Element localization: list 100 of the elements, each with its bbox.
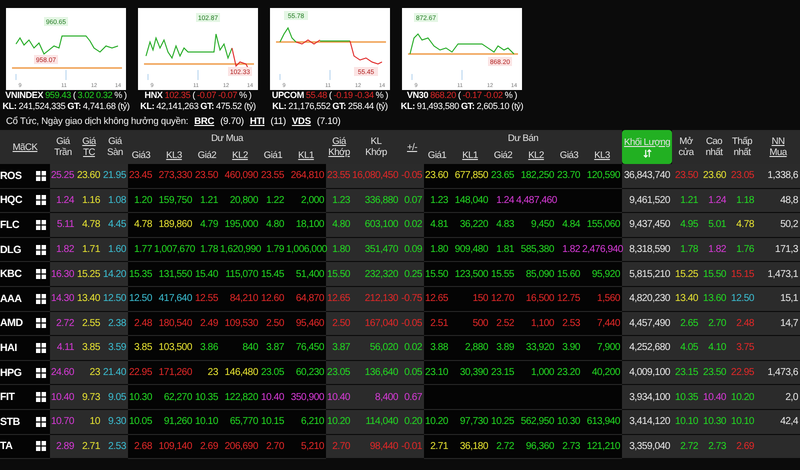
group-header: Dư Bán xyxy=(424,130,622,147)
table-cell: 23.55 xyxy=(327,170,350,182)
table-cell: 2.73 xyxy=(562,440,580,452)
table-cell: 23.60 xyxy=(703,170,726,182)
index-value: 55.48 xyxy=(306,90,327,101)
grid-icon[interactable] xyxy=(36,318,46,328)
trade-value: 475.52 (tỷ) xyxy=(216,101,256,112)
table-cell: 23.20 xyxy=(557,367,580,378)
table-cell: 23.15 xyxy=(491,367,514,378)
table-cell: 23.55 xyxy=(260,170,284,182)
table-cell: 15.50 xyxy=(327,268,350,280)
table-cell: 350,900 xyxy=(290,392,324,403)
table-cell: 97,730 xyxy=(460,416,488,428)
dividend-value: (7.10) xyxy=(316,116,340,127)
table-cell: 4.78 xyxy=(134,219,152,230)
index-change: -0.17 xyxy=(462,90,482,101)
table-cell: 1.24 xyxy=(56,194,74,206)
table-cell: 115,070 xyxy=(225,268,258,280)
grid-icon[interactable] xyxy=(36,294,46,304)
table-cell: 1,338,6 xyxy=(768,170,798,182)
table-cell: 10.30 xyxy=(128,392,152,403)
table-cell: 2.89 xyxy=(56,440,74,452)
grid-icon[interactable] xyxy=(36,342,46,353)
table-cell: 2.52 xyxy=(496,318,514,329)
volume-bars xyxy=(16,70,66,80)
table-cell: 1.79 xyxy=(266,244,284,256)
table-cell: 3.85 xyxy=(82,342,100,354)
table-cell: 3,934,100 xyxy=(629,392,670,403)
volume-value: 42,141,263 xyxy=(156,101,198,112)
stock-link[interactable]: VDS xyxy=(292,116,311,127)
grid-icon[interactable] xyxy=(36,220,46,230)
table-cell: 264,810 xyxy=(290,170,324,182)
column-link[interactable]: NN Mua xyxy=(769,136,787,158)
table-cell: 20,800 xyxy=(230,194,258,206)
table-cell: 148,040 xyxy=(454,194,488,206)
table-cell: 4.80 xyxy=(332,219,350,230)
table-cell: 8,400 xyxy=(375,392,398,403)
table-cell: 7,900 xyxy=(597,342,620,354)
table-cell: 10.25 xyxy=(491,416,514,428)
table-cell: 15.15 xyxy=(731,268,754,280)
table-cell: 4.10 xyxy=(708,342,726,354)
table-cell: 15,1 xyxy=(780,293,798,304)
table-cell: 21.95 xyxy=(102,170,126,182)
table-cell: 12.50 xyxy=(731,293,754,304)
table-cell: 10.10 xyxy=(731,416,754,428)
stock-symbol[interactable]: TA xyxy=(0,440,12,452)
table-cell: 3.88 xyxy=(430,342,448,354)
column-link[interactable]: MãCK xyxy=(12,142,38,152)
table-cell: 677,850 xyxy=(454,170,488,182)
stock-symbol[interactable]: FLC xyxy=(0,218,20,231)
table-cell: 23.70 xyxy=(557,170,580,182)
table-cell: 0.02 xyxy=(404,219,422,230)
grid-icon[interactable] xyxy=(36,441,46,452)
column-link[interactable]: Giá Khớp xyxy=(328,136,350,158)
table-cell: 10.70 xyxy=(50,416,74,428)
table-cell: 150 xyxy=(472,293,488,304)
index-change: 3.02 xyxy=(78,90,94,101)
table-cell: 171,3 xyxy=(775,244,798,256)
stock-link[interactable]: HTI xyxy=(250,116,265,127)
table-cell: 1.23 xyxy=(430,194,448,206)
column-link[interactable]: +/- xyxy=(407,142,418,152)
grid-icon[interactable] xyxy=(36,195,46,206)
table-cell: 23.05 xyxy=(260,367,284,378)
table-cell: 18,100 xyxy=(296,219,324,230)
stock-symbol[interactable]: HAI xyxy=(0,342,17,354)
table-cell: 1.24 xyxy=(496,194,514,206)
table-cell: -0.01 xyxy=(401,440,422,452)
table-cell: 22.95 xyxy=(731,367,754,378)
table-cell: 114,040 xyxy=(365,416,398,428)
table-cell: 2.70 xyxy=(708,318,726,329)
grid-icon[interactable] xyxy=(36,368,46,378)
table-cell: 12.70 xyxy=(491,293,514,304)
table-cell: 2.71 xyxy=(430,440,448,452)
stock-link[interactable]: BRC xyxy=(194,116,214,127)
grid-icon[interactable] xyxy=(36,269,46,280)
grid-icon[interactable] xyxy=(36,170,46,181)
grid-icon[interactable] xyxy=(36,244,46,255)
table-cell: 51,400 xyxy=(296,268,324,280)
value-label: GT: xyxy=(460,101,475,112)
grid-icon[interactable] xyxy=(36,416,46,427)
table-cell: 3.87 xyxy=(332,342,350,354)
table-cell: 159,750 xyxy=(158,194,192,206)
table-cell: 16,080,450 xyxy=(352,170,398,182)
table-cell: 121,210 xyxy=(586,440,620,452)
grid-icon[interactable] xyxy=(36,392,46,402)
table-cell: 23 xyxy=(208,367,218,378)
column-link[interactable]: Giá TC xyxy=(82,136,96,158)
table-cell: 232,320 xyxy=(364,268,398,280)
table-cell: 1.82 xyxy=(56,244,74,256)
volume-label: KL: xyxy=(140,101,154,112)
volume-bars xyxy=(412,70,462,80)
table-cell: 15.55 xyxy=(491,268,514,280)
stock-symbol[interactable]: FIT xyxy=(0,391,15,404)
table-cell: 4.81 xyxy=(430,219,448,230)
table-cell: 14.30 xyxy=(50,293,74,304)
table-cell: 155,060 xyxy=(586,219,620,230)
table-cell: 0.05 xyxy=(404,367,422,378)
table-cell: 15.25 xyxy=(675,268,698,280)
percent-sign: % xyxy=(114,90,122,101)
stock-symbol[interactable]: STB xyxy=(0,416,20,428)
